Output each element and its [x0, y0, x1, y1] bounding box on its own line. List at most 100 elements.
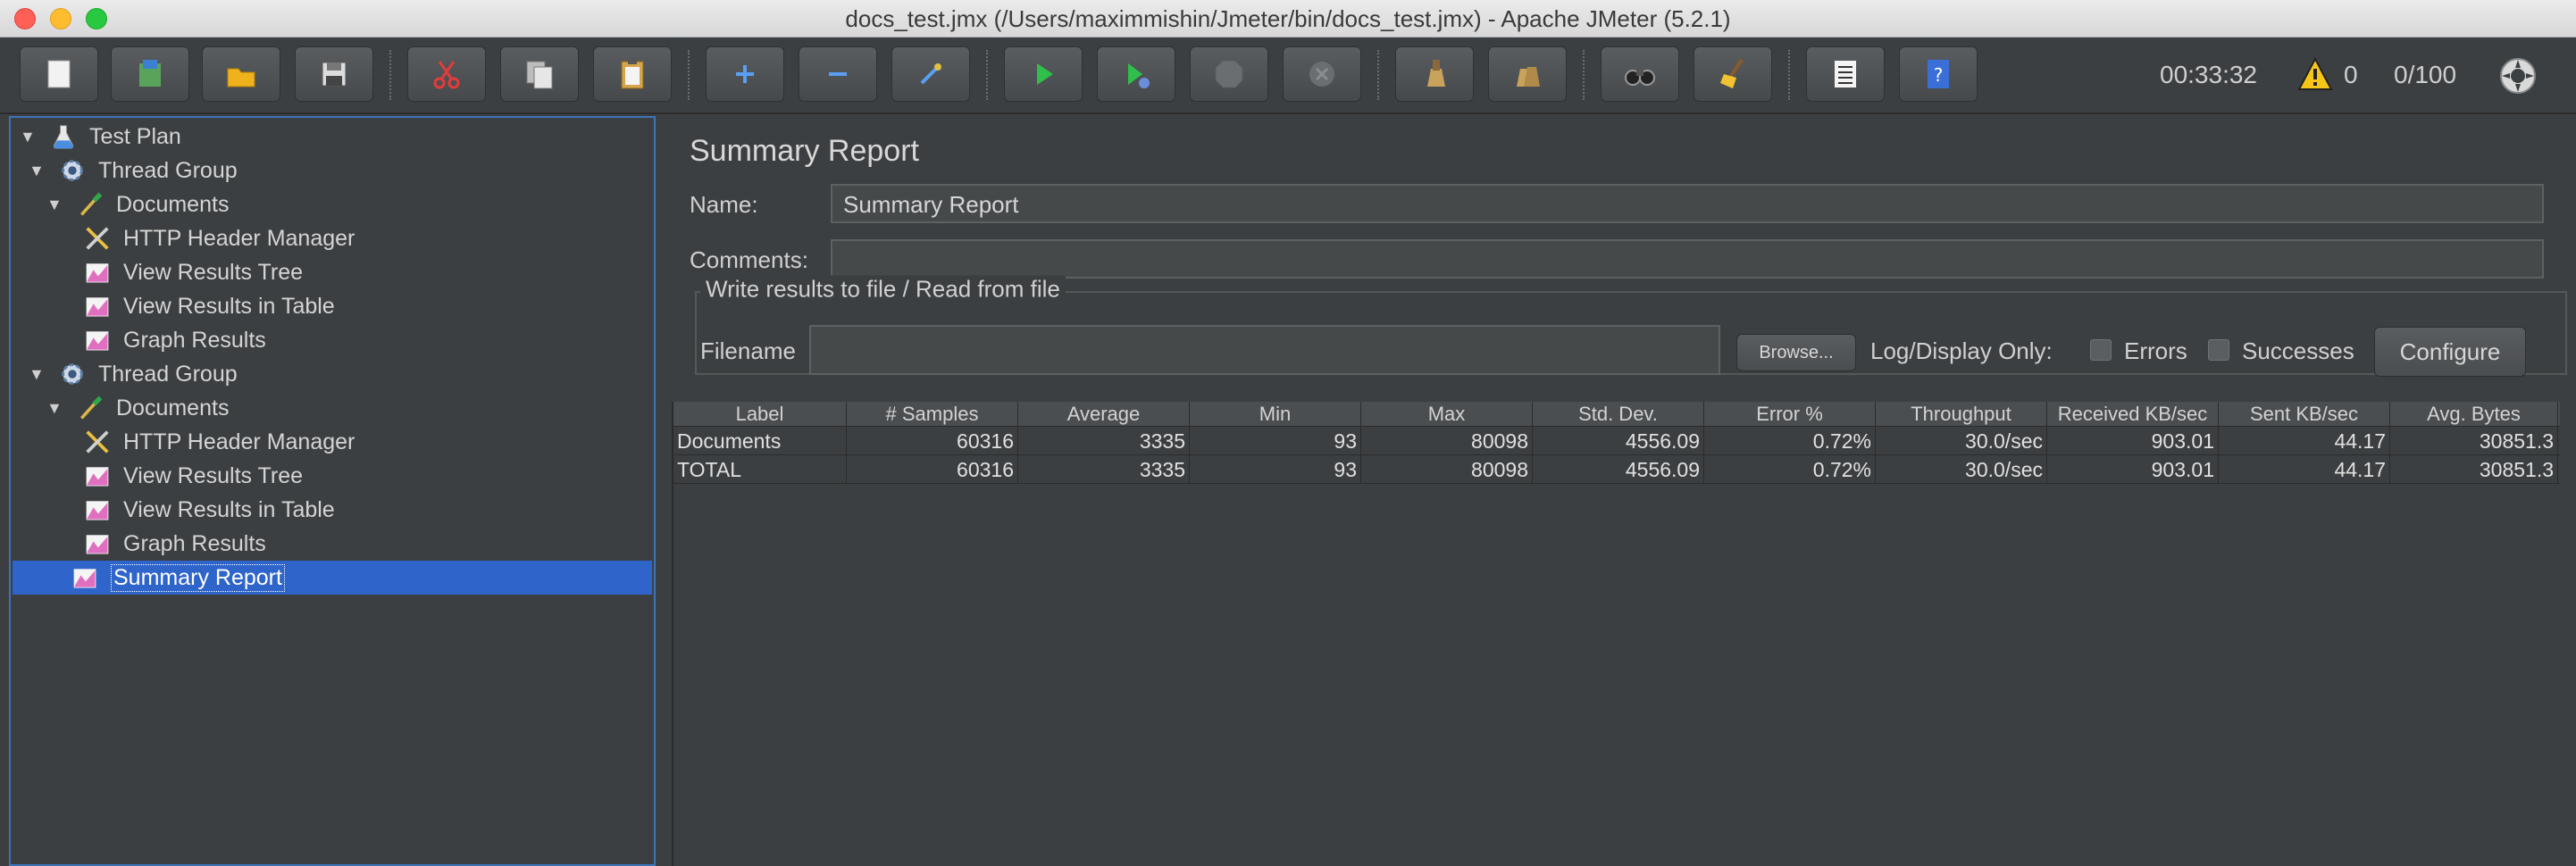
expand-arrow-icon[interactable]: ▼	[20, 128, 38, 146]
warning-icon[interactable]	[2297, 57, 2333, 91]
copy-button[interactable]	[500, 46, 579, 102]
column-header-std-dev[interactable]: Std. Dev.	[1533, 402, 1704, 427]
tree-item-http-header-manager[interactable]: HTTP Header Manager	[82, 221, 355, 255]
cut-button[interactable]	[407, 46, 486, 102]
search-button[interactable]	[1601, 46, 1679, 102]
clear-button[interactable]	[1395, 46, 1474, 102]
graph-icon	[86, 263, 109, 283]
clear-icon	[1427, 60, 1445, 87]
main-toolbar: ? 00:33:32 0 0/100	[0, 37, 2576, 114]
table-cell: 44.17	[2219, 427, 2390, 455]
tree-item-thread-group[interactable]: ▼ Thread Group	[29, 154, 238, 187]
tree-item-thread-group[interactable]: ▼ Thread Group	[29, 357, 238, 391]
column-header-sent-kb[interactable]: Sent KB/sec	[2219, 402, 2390, 427]
tree-item-view-results-in-table[interactable]: View Results in Table	[82, 493, 335, 527]
column-header-samples[interactable]: # Samples	[847, 402, 1018, 427]
paste-button[interactable]	[593, 46, 672, 102]
column-header-avg-bytes[interactable]: Avg. Bytes	[2390, 402, 2558, 427]
window-title: docs_test.jmx (/Users/maximmishin/Jmeter…	[845, 5, 1731, 32]
shutdown-button[interactable]	[1283, 46, 1361, 102]
table-cell: 93	[1190, 455, 1361, 484]
start-button[interactable]	[1004, 46, 1083, 102]
configure-button[interactable]: Configure	[2374, 327, 2526, 377]
table-cell: 30851.3	[2390, 427, 2558, 455]
table-cell: 0.72%	[1704, 455, 1876, 484]
toggle-button[interactable]	[891, 46, 970, 102]
expand-arrow-icon[interactable]: ▼	[29, 365, 46, 384]
browse-button[interactable]: Browse...	[1736, 334, 1856, 371]
title-bar: docs_test.jmx (/Users/maximmishin/Jmeter…	[0, 0, 2576, 37]
tree-item-view-results-tree[interactable]: View Results Tree	[82, 459, 303, 493]
clear-all-icon	[1517, 67, 1540, 87]
open-button[interactable]	[202, 46, 280, 102]
column-header-error-percent[interactable]: Error %	[1704, 402, 1876, 427]
minus-icon	[829, 72, 847, 76]
table-row[interactable]: TOTAL 60316 3335 93 80098 4556.09 0.72% …	[673, 455, 2560, 484]
graph-icon	[86, 467, 109, 487]
table-cell: 80098	[1361, 455, 1533, 484]
errors-checkbox[interactable]	[2090, 339, 2112, 361]
graph-icon	[86, 501, 109, 520]
tree-item-label: HTTP Header Manager	[123, 225, 355, 251]
start-no-pauses-button[interactable]	[1097, 46, 1175, 102]
successes-checkbox[interactable]	[2208, 339, 2229, 361]
column-header-throughput[interactable]: Throughput	[1876, 402, 2047, 427]
table-cell: 3335	[1018, 427, 1190, 455]
tree-item-documents[interactable]: ▼ Documents	[46, 391, 229, 425]
reset-search-button[interactable]	[1694, 46, 1772, 102]
expand-arrow-icon[interactable]: ▼	[29, 162, 46, 180]
tree-item-label: HTTP Header Manager	[123, 429, 355, 454]
expand-all-button[interactable]	[706, 46, 784, 102]
plus-icon	[736, 65, 754, 83]
templates-button[interactable]	[111, 46, 189, 102]
clear-all-button[interactable]	[1488, 46, 1567, 102]
collapse-all-button[interactable]	[799, 46, 877, 102]
tree-item-graph-results[interactable]: Graph Results	[82, 323, 266, 357]
table-cell: 4556.09	[1533, 455, 1704, 484]
stop-button[interactable]	[1190, 46, 1268, 102]
tree-item-documents[interactable]: ▼ Documents	[46, 187, 229, 221]
tree-item-view-results-in-table[interactable]: View Results in Table	[82, 289, 335, 323]
tree-item-test-plan[interactable]: ▼ Test Plan	[20, 120, 181, 154]
toolbar-separator	[1583, 50, 1585, 100]
play-icon	[1037, 63, 1053, 85]
comments-field[interactable]	[831, 239, 2544, 279]
table-row[interactable]: Documents 60316 3335 93 80098 4556.09 0.…	[673, 427, 2560, 455]
tree-item-graph-results[interactable]: Graph Results	[82, 527, 266, 561]
wrench-icon	[86, 430, 109, 454]
column-header-average[interactable]: Average	[1018, 402, 1190, 427]
results-table[interactable]: Label # Samples Average Min Max Std. Dev…	[672, 402, 2560, 866]
tree-item-label: Summary Report	[111, 563, 285, 592]
table-cell: 60316	[847, 455, 1018, 484]
filename-field[interactable]	[809, 325, 1720, 375]
column-header-max[interactable]: Max	[1361, 402, 1533, 427]
expand-arrow-icon[interactable]: ▼	[46, 196, 64, 214]
table-cell: 0.72%	[1704, 427, 1876, 455]
tree-item-view-results-tree[interactable]: View Results Tree	[82, 255, 303, 289]
tree-item-summary-report[interactable]: Summary Report	[13, 561, 652, 595]
stop-icon	[1215, 60, 1243, 88]
remote-status-icon[interactable]	[2499, 57, 2537, 95]
log-display-label: Log/Display Only:	[1870, 337, 2053, 364]
table-cell: 30.0/sec	[1876, 455, 2047, 484]
column-header-min[interactable]: Min	[1190, 402, 1361, 427]
column-header-received-kb[interactable]: Received KB/sec	[2047, 402, 2219, 427]
tree-item-label: Graph Results	[123, 530, 266, 556]
copy-icon	[526, 61, 553, 89]
function-helper-button[interactable]	[1806, 46, 1885, 102]
play-no-pause-icon	[1128, 63, 1150, 88]
broom-icon	[1720, 58, 1744, 88]
save-button[interactable]	[295, 46, 373, 102]
column-header-label[interactable]: Label	[673, 402, 847, 427]
table-header: Label # Samples Average Min Max Std. Dev…	[673, 402, 2560, 427]
name-field[interactable]: Summary Report	[831, 184, 2544, 223]
tree-item-http-header-manager[interactable]: HTTP Header Manager	[82, 425, 355, 459]
svg-text:?: ?	[1934, 64, 1944, 86]
toggle-icon	[920, 63, 941, 85]
help-button[interactable]: ?	[1899, 46, 1978, 102]
new-button[interactable]	[20, 46, 98, 102]
new-icon	[47, 60, 71, 88]
expand-arrow-icon[interactable]: ▼	[46, 399, 64, 418]
test-plan-tree[interactable]: ▼ Test Plan ▼ Thread Group ▼ Documents H…	[9, 116, 656, 866]
wrench-icon	[86, 227, 109, 250]
